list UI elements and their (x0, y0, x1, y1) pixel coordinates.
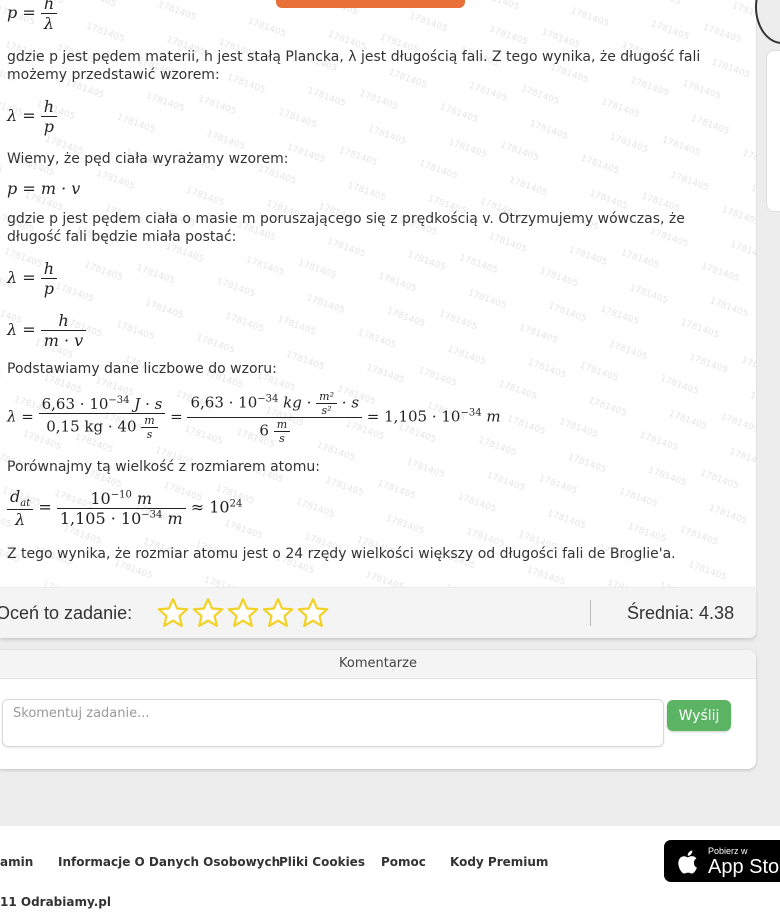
footer-link-help[interactable]: Pomoc (381, 855, 426, 869)
paragraph: gdzie p jest pędem materii, h jest stałą… (7, 49, 701, 83)
apple-icon (678, 850, 697, 874)
comments-title: Komentarze (0, 650, 756, 679)
app-store-small-text: Pobierz w (708, 846, 748, 856)
footer-link-cookies[interactable]: Pliki Cookies (279, 855, 365, 869)
equation-lambda-h-p-2: λ = hp (7, 259, 58, 298)
paragraph: gdzie p jest pędem ciała o masie m porus… (7, 211, 685, 245)
footer-link-privacy[interactable]: Informacje O Danych Osobowych (58, 855, 280, 869)
equation-compare: dat λ = 10−10 m 1,105 · 10−34 m ≈ 1024 (7, 487, 242, 529)
rating-label: Oceń to zadanie: (0, 603, 133, 623)
paragraph: Wiemy, że pęd ciała wyrażamy wzorem: (7, 151, 289, 167)
paragraph: Porównajmy tą wielkość z rozmiarem atomu… (7, 459, 320, 475)
star-icon[interactable] (191, 596, 225, 630)
comments-section: Komentarze Wyślij (0, 650, 756, 769)
star-icon[interactable] (296, 596, 330, 630)
average-rating: Średnia: 4.38 (627, 603, 735, 623)
footer-link-premium-codes[interactable]: Kody Premium (450, 855, 548, 869)
star-icon[interactable] (226, 596, 260, 630)
divider (590, 600, 591, 626)
send-button[interactable]: Wyślij (667, 700, 731, 731)
app-store-big-text: App Store (708, 856, 780, 878)
footer-link-regulamin[interactable]: amin (0, 855, 33, 869)
paragraph: Podstawiamy dane liczbowe do wzoru: (7, 361, 277, 377)
corner-decoration (755, 0, 780, 44)
equation-numeric: λ = 6,63 · 10−34 J · s 0,15 kg · 40 ms =… (7, 390, 501, 445)
app-store-badge[interactable]: Pobierz w App Store (664, 840, 780, 882)
paragraph: Z tego wynika, że rozmiar atomu jest o 2… (7, 546, 676, 562)
comment-input[interactable] (2, 699, 664, 747)
rating-bar: Oceń to zadanie: Średnia: 4.38 (0, 588, 756, 638)
copyright: 11 Odrabiamy.pl (0, 895, 111, 909)
equation-lambda-h-mv: λ = hm · v (7, 311, 87, 350)
side-panel-tab[interactable] (766, 50, 780, 212)
star-icon[interactable] (156, 596, 190, 630)
solution-card: 1781405 1781405 1781405 1781405 p = hλ g… (0, 0, 757, 587)
top-action-button[interactable] (276, 0, 465, 8)
footer: amin Informacje O Danych Osobowych Pliki… (0, 826, 780, 915)
star-icon[interactable] (261, 596, 295, 630)
equation-p-h-lambda: p = hλ (7, 0, 58, 33)
equation-lambda-h-p: λ = hp (7, 97, 58, 136)
rating-stars (156, 596, 330, 630)
equation-p-mv: p = m · v (7, 179, 81, 198)
